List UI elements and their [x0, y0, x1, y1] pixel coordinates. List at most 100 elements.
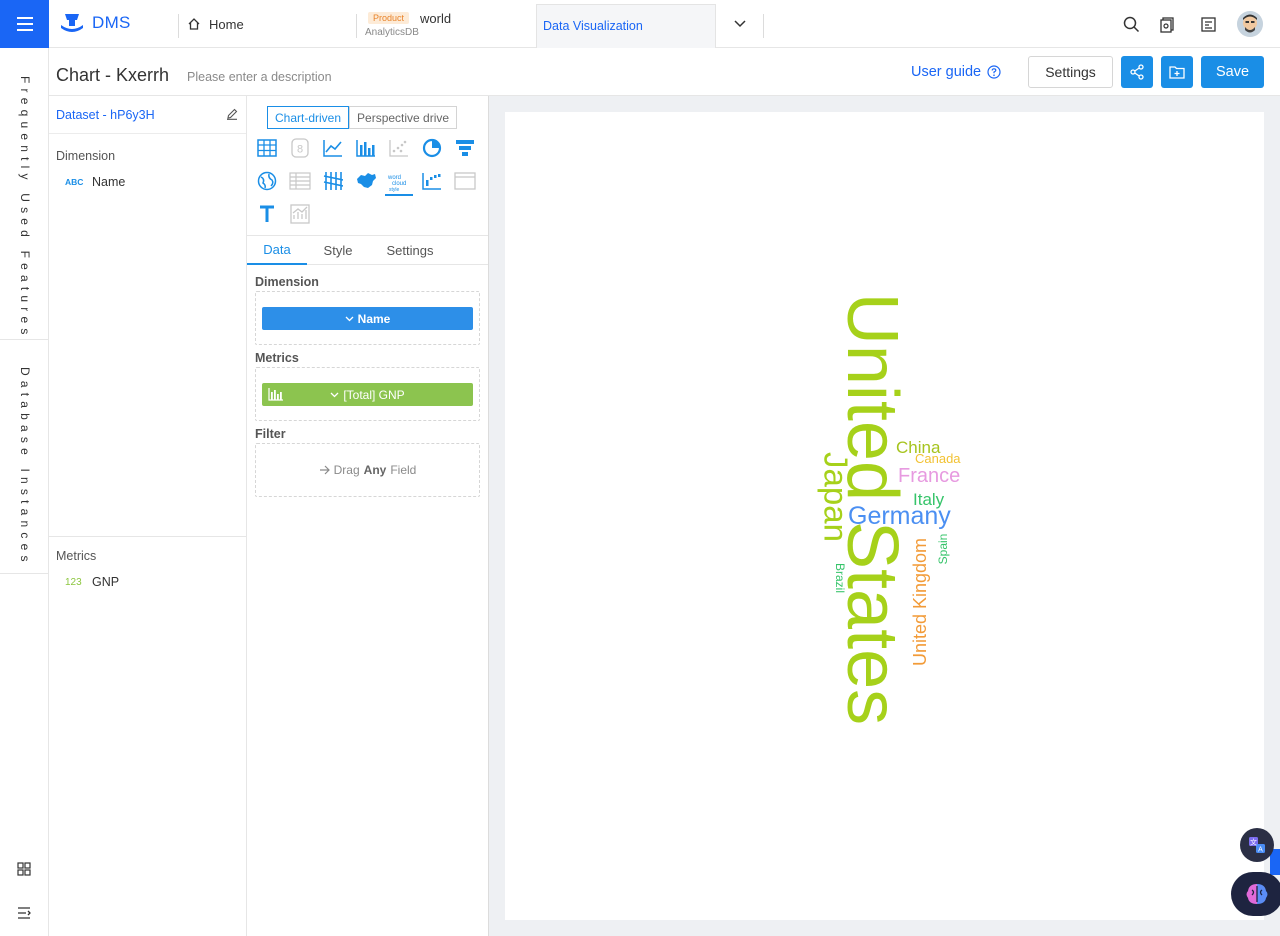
chevron-down-icon — [345, 316, 354, 321]
metrics-label: Metrics — [255, 351, 299, 365]
metrics-pill-label: [Total] GNP — [343, 387, 405, 402]
kpi-number-chart-icon[interactable]: 8 — [289, 137, 311, 159]
china-map-icon[interactable] — [355, 170, 377, 192]
edit-icon[interactable] — [226, 108, 238, 120]
dimension-label: Dimension — [255, 275, 319, 289]
filter-label: Filter — [255, 427, 286, 441]
user-guide-link[interactable]: User guide — [911, 64, 1001, 80]
image-chart-icon[interactable] — [289, 203, 311, 225]
tab-style[interactable]: Style — [307, 236, 369, 265]
left-rail: Frequently Used Features Database Instan… — [0, 48, 49, 936]
bar-chart-icon — [268, 388, 283, 401]
chevron-down-icon — [330, 392, 339, 397]
tab-settings[interactable]: Settings — [369, 236, 451, 265]
word-cloud-chart-icon[interactable]: word cloud style — [385, 170, 413, 196]
document-search-icon[interactable] — [1157, 14, 1177, 34]
mode-tabs: Chart-driven Perspective drive — [267, 106, 458, 129]
globe-map-icon[interactable] — [256, 170, 278, 192]
chart-canvas: United States Japan China Canada France … — [505, 112, 1264, 920]
divider — [0, 573, 48, 574]
word-france: France — [898, 465, 961, 487]
divider — [49, 536, 246, 537]
divider — [763, 14, 764, 38]
svg-text:style: style — [389, 187, 400, 192]
metrics-pill-gnp[interactable]: [Total] GNP — [262, 383, 473, 406]
dataset-panel: Dataset - hP6y3H Dimension ABC Name Metr… — [49, 96, 247, 936]
metrics-section-title: Metrics — [56, 549, 97, 563]
collapse-menu-icon[interactable] — [17, 907, 31, 919]
dimension-section-title: Dimension — [56, 149, 116, 163]
chart-description-input[interactable]: Please enter a description — [187, 70, 332, 84]
field-label: GNP — [92, 575, 120, 589]
word-brazil: Brazil — [833, 562, 847, 594]
chart-title[interactable]: Chart - Kxerrh — [56, 65, 169, 86]
translate-assistant-icon[interactable]: 文A — [1240, 828, 1274, 862]
user-guide-label: User guide — [911, 64, 982, 80]
word-spain: Spain — [936, 533, 950, 565]
funnel-chart-icon[interactable] — [454, 137, 476, 159]
mode-chart-driven[interactable]: Chart-driven — [267, 106, 350, 129]
task-list-icon[interactable] — [1198, 14, 1218, 34]
tab-data[interactable]: Data — [247, 236, 307, 265]
menu-icon[interactable] — [0, 0, 49, 48]
settings-button[interactable]: Settings — [1028, 56, 1113, 88]
gantt-bars-icon[interactable] — [322, 170, 344, 192]
arrow-right-icon — [319, 465, 330, 475]
ai-assistant-icon[interactable] — [1231, 872, 1280, 916]
folder-icon — [1169, 66, 1185, 79]
tab-world-subtitle: AnalyticsDB — [365, 27, 419, 38]
svg-text:A: A — [1258, 846, 1263, 853]
line-chart-icon[interactable] — [322, 137, 344, 159]
dataset-name[interactable]: Dataset - hP6y3H — [56, 108, 155, 122]
drag-field-hint: Drag Any Field — [256, 444, 479, 496]
apps-grid-icon[interactable] — [17, 862, 31, 876]
dimension-field-name[interactable]: ABC Name — [65, 175, 125, 189]
pie-chart-icon[interactable] — [421, 137, 443, 159]
rail-frequently-used-features[interactable]: Frequently Used Features — [18, 76, 32, 340]
rail-database-instances[interactable]: Database Instances — [18, 367, 32, 567]
tab-data-visualization-label: Data Visualization — [543, 19, 643, 33]
share-button[interactable] — [1121, 56, 1153, 88]
metric-field-gnp[interactable]: 123 GNP — [65, 575, 119, 589]
dms-logo[interactable]: DMS — [58, 11, 131, 35]
save-to-folder-button[interactable] — [1161, 56, 1193, 88]
dataset-header: Dataset - hP6y3H — [49, 96, 246, 134]
tab-data-visualization[interactable]: Data Visualization — [536, 4, 716, 48]
metrics-dropzone[interactable]: [Total] GNP — [255, 367, 480, 421]
iframe-window-icon[interactable] — [454, 170, 476, 192]
step-chart-icon[interactable] — [421, 170, 443, 192]
search-icon[interactable] — [1121, 14, 1141, 34]
divider — [178, 14, 179, 38]
scatter-chart-icon[interactable] — [388, 137, 410, 159]
divider — [0, 339, 48, 340]
string-type-tag: ABC — [65, 177, 84, 187]
config-tabs: Data Style Settings — [247, 235, 488, 265]
word-canada: Canada — [915, 451, 961, 466]
mode-perspective-drive[interactable]: Perspective drive — [349, 106, 458, 129]
save-button[interactable]: Save — [1201, 56, 1264, 88]
drag-hint-bold: Any — [363, 463, 387, 477]
home-icon — [188, 18, 200, 30]
dimension-pill-label: Name — [357, 311, 391, 326]
help-circle-icon — [987, 65, 1001, 79]
tab-world-title: world — [420, 11, 452, 26]
tab-world[interactable]: Product world AnalyticsDB — [357, 0, 535, 48]
text-widget-icon[interactable] — [256, 203, 278, 225]
tab-home[interactable]: Home — [180, 0, 356, 48]
word-united-kingdom: United Kingdom — [910, 537, 930, 667]
dimension-dropzone[interactable]: Name — [255, 291, 480, 345]
crosstab-icon[interactable] — [289, 170, 311, 192]
filter-dropzone[interactable]: Drag Any Field — [255, 443, 480, 497]
share-icon — [1130, 64, 1144, 80]
dimension-pill-name[interactable]: Name — [262, 307, 473, 330]
top-navigation-bar: DMS Home Product world AnalyticsDB Data … — [0, 0, 1280, 48]
tab-home-label: Home — [209, 16, 244, 32]
word-cloud-chart: United States Japan China Canada France … — [505, 112, 1264, 920]
table-chart-icon[interactable] — [256, 137, 278, 159]
user-avatar[interactable] — [1237, 11, 1263, 37]
chevron-down-icon — [734, 20, 746, 28]
chart-config-panel: Chart-driven Perspective drive 8 word clo… — [247, 96, 489, 936]
bar-chart-icon[interactable] — [355, 137, 377, 159]
tab-more-dropdown[interactable] — [730, 0, 750, 48]
drag-hint-post: Field — [390, 463, 417, 477]
